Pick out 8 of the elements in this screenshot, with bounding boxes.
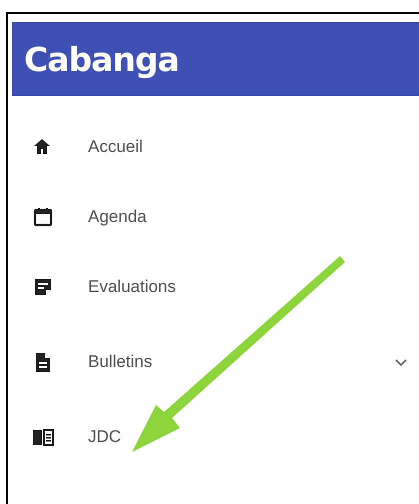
nav-link[interactable]: JDC — [88, 424, 122, 450]
nav-link[interactable]: Agenda — [88, 204, 147, 230]
nav-link[interactable]: Evaluations — [88, 274, 176, 300]
nav-link[interactable]: Bulletins — [88, 349, 152, 375]
nav-link[interactable]: Accueil — [88, 134, 143, 160]
calendar-icon — [32, 206, 54, 228]
note-icon — [32, 276, 54, 298]
book-icon — [32, 426, 54, 448]
